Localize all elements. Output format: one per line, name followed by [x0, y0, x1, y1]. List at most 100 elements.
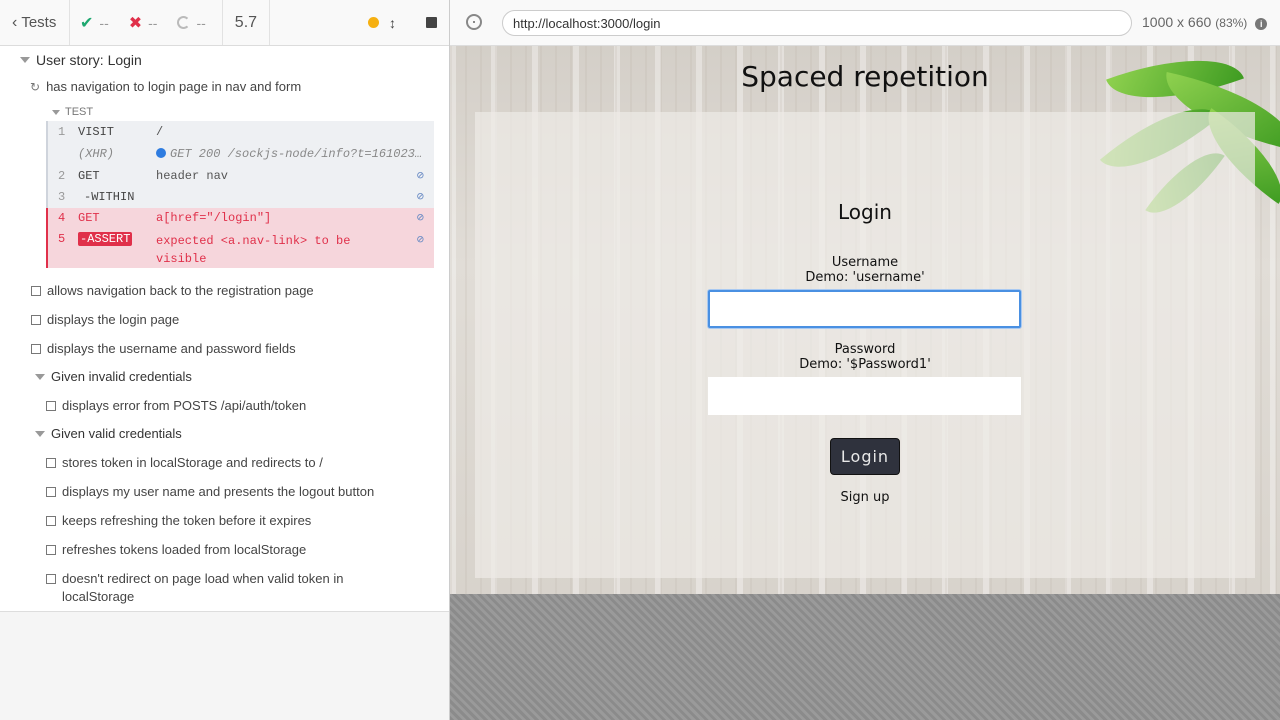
- command-log: TEST 1 VISIT / (XHR) GET 200 /sockjs-nod…: [46, 103, 434, 268]
- url-bar: http://localhost:3000/login 1000 x 660 (…: [450, 0, 1280, 46]
- pending-box-icon: [31, 315, 41, 325]
- command-row[interactable]: 2 GET header nav ⊘: [46, 165, 434, 187]
- suite-title: User story: Login: [36, 52, 142, 68]
- xhr-command-row[interactable]: (XHR) GET 200 /sockjs-node/info?t=161023…: [46, 143, 434, 165]
- duration: 5.7: [221, 0, 271, 45]
- pending-box-icon: [46, 545, 56, 555]
- running-test-title: has navigation to login page in nav and …: [46, 79, 302, 94]
- command-message: GET 200 /sockjs-node/info?t=161023…: [170, 147, 423, 161]
- command-row[interactable]: 3 -WITHIN ⊘: [46, 187, 434, 208]
- assert-label: -ASSERT: [78, 232, 133, 246]
- group-title-row[interactable]: Given invalid credentials: [35, 369, 192, 384]
- test-section-header[interactable]: TEST: [46, 103, 434, 121]
- command-number: 2: [58, 169, 66, 183]
- command-number: 1: [58, 125, 66, 139]
- test-title: allows navigation back to the registrati…: [47, 283, 314, 298]
- command-name: -WITHIN: [84, 190, 135, 204]
- pending-box-icon: [46, 401, 56, 411]
- test-row[interactable]: refreshes tokens loaded from localStorag…: [46, 541, 306, 559]
- group-title-row[interactable]: Given valid credentials: [35, 426, 182, 441]
- test-title: refreshes tokens loaded from localStorag…: [62, 542, 307, 557]
- test-row[interactable]: displays my user name and presents the l…: [46, 483, 374, 501]
- test-row[interactable]: displays error from POSTS /api/auth/toke…: [46, 397, 306, 415]
- failed-assert-row[interactable]: 5 -ASSERT expected <a.nav-link> to be vis…: [46, 229, 434, 268]
- assert-message-line2: visible: [156, 252, 207, 266]
- failed-count: ✖ --: [119, 0, 168, 45]
- info-icon[interactable]: i: [1255, 18, 1268, 30]
- aut-pane: http://localhost:3000/login 1000 x 660 (…: [450, 0, 1280, 720]
- tests-back-button[interactable]: ‹ Tests: [0, 0, 70, 45]
- username-label: Username Demo: 'username': [475, 255, 1255, 285]
- test-row[interactable]: displays the login page: [31, 311, 179, 329]
- assert-badge: -ASSERT: [78, 232, 133, 246]
- running-test-row[interactable]: ↻ has navigation to login page in nav an…: [30, 78, 301, 96]
- check-icon: ✔: [80, 14, 94, 32]
- app-title: Spaced repetition: [741, 60, 989, 93]
- test-row[interactable]: stores token in localStorage and redirec…: [46, 454, 323, 472]
- pending-box-icon: [31, 344, 41, 354]
- test-title: keeps refreshing the token before it exp…: [62, 513, 312, 528]
- command-message: a[href="/login"]: [156, 211, 272, 225]
- failed-value: --: [148, 14, 158, 31]
- running-status-icon: [368, 17, 379, 28]
- username-label-text: Username: [831, 255, 899, 270]
- test-title: displays error from POSTS /api/auth/toke…: [62, 398, 307, 413]
- pending-box-icon: [46, 574, 56, 584]
- runnables-list: User story: Login ↻ has navigation to lo…: [0, 46, 449, 612]
- assert-message-line1: expected <a.nav-link> to be: [156, 234, 351, 248]
- command-name: GET: [78, 169, 100, 183]
- test-row[interactable]: allows navigation back to the registrati…: [31, 282, 314, 300]
- chevron-left-icon: ‹: [12, 13, 18, 31]
- command-row[interactable]: 1 VISIT /: [46, 121, 434, 143]
- app-iframe: Spaced repetition Login Username Demo: '…: [450, 46, 1280, 594]
- username-input[interactable]: [708, 290, 1021, 328]
- viewport-info[interactable]: 1000 x 660 (83%) i: [1142, 14, 1268, 30]
- eye-slash-icon[interactable]: ⊘: [417, 165, 424, 187]
- eye-slash-icon[interactable]: ⊘: [417, 208, 424, 229]
- login-panel: Login Username Demo: 'username' Password…: [475, 112, 1255, 578]
- command-name: VISIT: [78, 125, 115, 139]
- command-number: 3: [58, 190, 66, 204]
- command-name: (XHR): [78, 147, 115, 161]
- suite-title-row[interactable]: User story: Login: [20, 52, 142, 68]
- spinner-icon: ↻: [30, 80, 41, 94]
- test-row[interactable]: displays the username and password field…: [31, 340, 296, 358]
- collapse-triangle-icon: [20, 57, 30, 63]
- password-demo-text: Demo: '$Password1': [799, 357, 931, 372]
- eye-slash-icon[interactable]: ⊘: [417, 232, 424, 247]
- test-title: doesn't redirect on page load when valid…: [62, 571, 344, 586]
- viewport-scale: (83%): [1215, 16, 1248, 30]
- reporter-panel: ‹ Tests ✔ -- ✖ -- -- 5.7 ↕ User story: L…: [0, 0, 450, 720]
- test-row[interactable]: keeps refreshing the token before it exp…: [46, 512, 311, 530]
- test-title: stores token in localStorage and redirec…: [62, 455, 323, 470]
- username-demo-text: Demo: 'username': [805, 270, 925, 285]
- signup-link[interactable]: Sign up: [475, 490, 1255, 505]
- test-title-wrap: doesn't redirect on page load when valid…: [62, 570, 343, 606]
- failed-command-row[interactable]: 4 GET a[href="/login"] ⊘: [46, 208, 434, 229]
- login-button[interactable]: Login: [830, 438, 900, 475]
- xhr-status-dot-icon: [156, 148, 166, 158]
- passed-value: --: [99, 14, 109, 31]
- collapse-triangle-icon: [35, 430, 45, 437]
- passed-count: ✔ --: [70, 0, 119, 45]
- password-label-text: Password: [834, 342, 896, 357]
- command-number: 5: [58, 232, 66, 246]
- eye-slash-icon[interactable]: ⊘: [417, 187, 424, 208]
- pending-value: --: [196, 14, 206, 31]
- command-name: GET: [78, 211, 100, 225]
- pending-box-icon: [46, 458, 56, 468]
- pending-box-icon: [46, 487, 56, 497]
- viewport-size: 1000 x 660: [1142, 14, 1212, 30]
- command-number: 4: [58, 211, 66, 225]
- url-display[interactable]: http://localhost:3000/login: [502, 10, 1132, 36]
- auto-scroll-icon[interactable]: ↕: [389, 15, 396, 31]
- test-row[interactable]: doesn't redirect on page load when valid…: [46, 570, 343, 606]
- password-input[interactable]: [708, 377, 1021, 415]
- stop-button[interactable]: [426, 17, 437, 28]
- run-controls: ↕: [368, 0, 449, 45]
- selector-playground-icon[interactable]: [466, 14, 482, 30]
- command-message: header nav: [156, 169, 229, 183]
- pending-circle-icon: [177, 16, 191, 29]
- command-message: /: [156, 125, 164, 139]
- test-title: displays the username and password field…: [47, 341, 296, 356]
